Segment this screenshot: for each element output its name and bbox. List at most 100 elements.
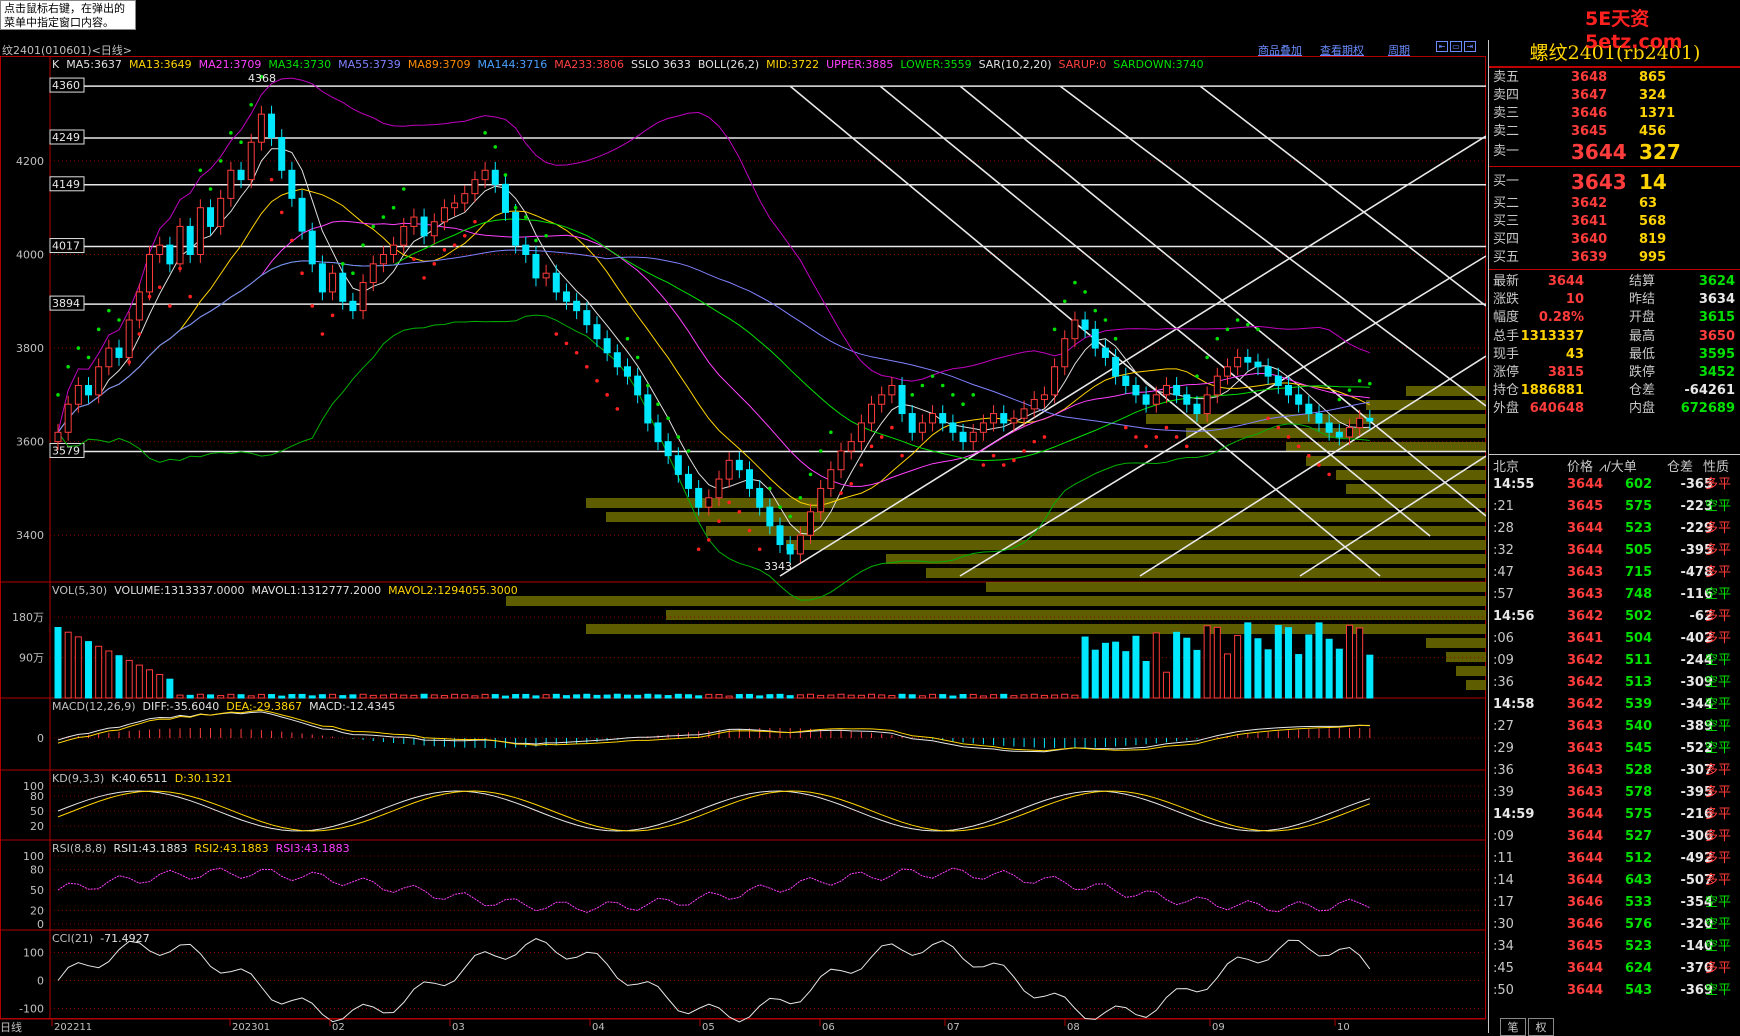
- tick-price: 3646: [1567, 917, 1604, 932]
- tick-nature: 空平: [1705, 939, 1732, 954]
- bid-label: 买二: [1493, 196, 1520, 211]
- tick-row[interactable]: 14:59 3644 575 -216 多平: [1489, 804, 1740, 826]
- candle-body: [969, 431, 977, 443]
- tick-row[interactable]: :11 3644 512 -492 多平: [1489, 848, 1740, 870]
- sar-dot: [401, 187, 406, 191]
- volume-bar: [1345, 624, 1353, 699]
- tick-row[interactable]: :17 3646 533 -354 空平: [1489, 892, 1740, 914]
- volume-profile-bar: [1366, 400, 1486, 410]
- bid-row-5[interactable]: 买五 3639 995: [1489, 248, 1740, 268]
- ma-indicator-text: SARDOWN:3740: [1113, 58, 1203, 71]
- volume-bar: [451, 693, 459, 699]
- sar-dot: [686, 449, 691, 453]
- sar-dot: [432, 262, 437, 266]
- tick-row[interactable]: :30 3646 576 -320 空平: [1489, 914, 1740, 936]
- bid-row-3[interactable]: 买三 3641 568: [1489, 212, 1740, 232]
- candle-body: [247, 141, 255, 181]
- tab-rights[interactable]: 权: [1528, 1018, 1554, 1036]
- volume-bar: [410, 694, 418, 699]
- tick-size: 527: [1625, 829, 1653, 844]
- ask-row-3[interactable]: 卖三 3646 1371: [1489, 104, 1740, 124]
- tick-row[interactable]: :06 3641 504 -402 多平: [1489, 628, 1740, 650]
- candle-body: [990, 413, 998, 424]
- bid-row-1[interactable]: 买一 3643 14: [1489, 172, 1740, 192]
- tick-row[interactable]: :09 3644 527 -306 多平: [1489, 826, 1740, 848]
- tick-row[interactable]: :32 3644 505 -395 多平: [1489, 540, 1740, 562]
- sar-dot: [1134, 435, 1138, 439]
- expand-icon[interactable]: ⇥: [1464, 41, 1476, 52]
- tick-size: 545: [1625, 741, 1653, 756]
- volume-bar: [766, 694, 774, 699]
- ask-row-1[interactable]: 卖一 3644 327: [1489, 142, 1740, 162]
- volume-bar: [308, 695, 316, 699]
- macd-indicator-text: MACD:-12.4345: [309, 700, 395, 713]
- tick-row[interactable]: 14:58 3642 539 -344 空平: [1489, 694, 1740, 716]
- tick-size: 540: [1625, 719, 1653, 734]
- window-toggle-icon[interactable]: ▭: [1450, 41, 1462, 52]
- bid-row-2[interactable]: 买二 3642 63: [1489, 194, 1740, 214]
- sar-dot: [310, 304, 315, 308]
- gann-line: [879, 85, 1431, 537]
- tick-row[interactable]: :39 3643 578 -395 多平: [1489, 782, 1740, 804]
- volume-bar: [430, 694, 438, 699]
- tick-row[interactable]: 14:55 3644 602 -365 多平: [1489, 474, 1740, 496]
- tick-row[interactable]: :34 3645 523 -140 空平: [1489, 936, 1740, 958]
- candle-body: [1122, 375, 1130, 386]
- ask-row-2[interactable]: 卖二 3645 456: [1489, 122, 1740, 142]
- tick-row[interactable]: :50 3644 543 -369 空平: [1489, 980, 1740, 1002]
- sar-dot: [412, 257, 416, 261]
- sar-dot: [534, 238, 538, 243]
- ask-row-4[interactable]: 卖四 3647 324: [1489, 86, 1740, 106]
- tab-ticks[interactable]: 笔: [1500, 1018, 1526, 1036]
- volume-bar: [135, 664, 143, 699]
- tick-row[interactable]: 14:56 3642 502 -62 多平: [1489, 606, 1740, 628]
- sar-dot: [178, 266, 182, 271]
- sar-dot: [1032, 439, 1037, 444]
- tick-time: :09: [1493, 829, 1514, 844]
- tick-row[interactable]: :36 3642 513 -309 空平: [1489, 672, 1740, 694]
- volume-bar: [471, 695, 479, 699]
- time-tick-label: 10: [1337, 1022, 1350, 1033]
- volume-bar: [1305, 634, 1313, 699]
- sar-dot: [1205, 355, 1209, 360]
- volume-bar: [898, 693, 906, 699]
- tick-row[interactable]: :47 3643 715 -478 多平: [1489, 562, 1740, 584]
- sar-dot: [503, 173, 508, 177]
- sar-dot: [1296, 444, 1301, 449]
- tick-row[interactable]: :36 3643 528 -307 多平: [1489, 760, 1740, 782]
- tick-row[interactable]: :27 3643 540 -389 空平: [1489, 716, 1740, 738]
- tick-time: :45: [1493, 961, 1514, 976]
- sar-dot: [188, 294, 192, 299]
- tick-header-size: ⩘/大单: [1599, 460, 1637, 475]
- candle-body: [1213, 375, 1221, 396]
- tick-row[interactable]: :09 3642 511 -244 空平: [1489, 650, 1740, 672]
- volume-bar: [288, 694, 296, 699]
- tick-nature: 多平: [1705, 521, 1732, 536]
- tick-size: 511: [1625, 653, 1653, 668]
- tick-nature: 空平: [1705, 719, 1732, 734]
- sar-dot: [1154, 435, 1159, 439]
- candle-body: [959, 431, 967, 443]
- sar-dot: [625, 336, 630, 341]
- tick-price: 3642: [1567, 675, 1604, 690]
- tick-row[interactable]: :45 3644 624 -370 多平: [1489, 958, 1740, 980]
- level-label: 4149: [52, 178, 80, 191]
- ask-row-5[interactable]: 卖五 3648 865: [1489, 68, 1740, 88]
- sar-dot: [1062, 299, 1067, 304]
- stat-value-2: 672689: [1680, 401, 1735, 417]
- tick-row[interactable]: :29 3643 545 -522 空平: [1489, 738, 1740, 760]
- scroll-left-icon[interactable]: ⇤: [1436, 41, 1448, 52]
- sar-dot: [717, 519, 721, 523]
- tick-row[interactable]: :57 3643 748 -116 空平: [1489, 584, 1740, 606]
- candle-body: [461, 193, 469, 204]
- kline-chart[interactable]: 4200 4000 3800 3600 3400 4360 4249 4149 4017 3894…: [0, 56, 1486, 1033]
- volume-bar: [420, 693, 428, 699]
- bid-row-4[interactable]: 买四 3640 819: [1489, 230, 1740, 250]
- tick-row[interactable]: :21 3645 575 -223 空平: [1489, 496, 1740, 518]
- tick-size: 575: [1625, 807, 1653, 822]
- tick-row[interactable]: :28 3644 523 -229 多平: [1489, 518, 1740, 540]
- volume-bar: [746, 693, 754, 699]
- vol-indicator-text: VOL(5,30): [52, 584, 107, 597]
- candle-body: [583, 310, 591, 326]
- tick-row[interactable]: :14 3644 643 -507 多平: [1489, 870, 1740, 892]
